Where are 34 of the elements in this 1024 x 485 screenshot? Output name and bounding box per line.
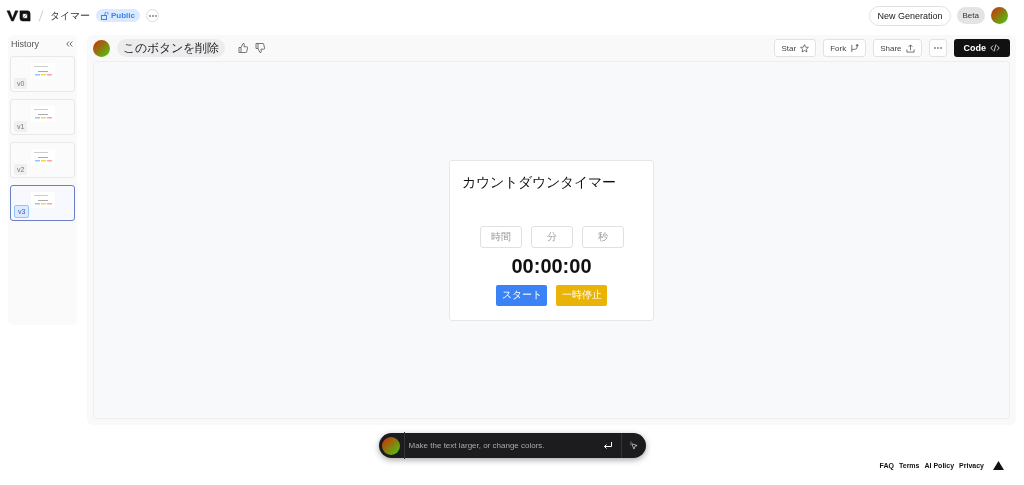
thumbnail-drawing <box>30 192 55 208</box>
message-bubble: このボタンを削除 <box>117 39 225 57</box>
share-button[interactable]: Share <box>873 39 922 57</box>
lock-open-icon <box>101 11 109 20</box>
time-input[interactable]: 時間 <box>479 225 522 248</box>
fork-icon <box>850 43 860 53</box>
share-icon <box>905 43 915 53</box>
cursor-icon <box>629 441 638 450</box>
avatar <box>381 436 400 455</box>
collapse-icon[interactable] <box>66 41 73 47</box>
thumbs-down-icon[interactable] <box>255 43 265 53</box>
code-icon <box>990 44 1000 52</box>
thumbs-up-icon[interactable] <box>238 43 248 53</box>
star-icon <box>800 43 810 53</box>
avatar[interactable] <box>991 7 1008 24</box>
code-button[interactable]: Code <box>953 39 1010 57</box>
start-button[interactable]: スタート <box>496 284 547 306</box>
more-icon <box>148 14 157 17</box>
star-button[interactable]: Star <box>774 39 817 57</box>
new-generation-button[interactable]: New Generation <box>869 5 951 26</box>
enter-icon[interactable] <box>602 441 613 450</box>
avatar <box>93 39 110 57</box>
beta-badge: Beta <box>956 7 985 24</box>
triangle-icon[interactable] <box>993 461 1004 470</box>
project-name[interactable]: タイマー <box>50 8 90 23</box>
prompt-field[interactable]: Make the text larger, or change colors. <box>378 433 646 458</box>
timer-title: カウントダウンタイマー <box>462 173 616 192</box>
history-title: History <box>11 39 39 49</box>
logo-icon[interactable] <box>6 9 32 22</box>
time-input[interactable]: 分 <box>530 225 573 248</box>
time-input[interactable]: 秒 <box>581 225 624 248</box>
breadcrumb-separator <box>38 9 44 22</box>
fork-button[interactable]: Fork <box>823 39 867 57</box>
timer-display: 00:00:00 <box>511 254 592 278</box>
